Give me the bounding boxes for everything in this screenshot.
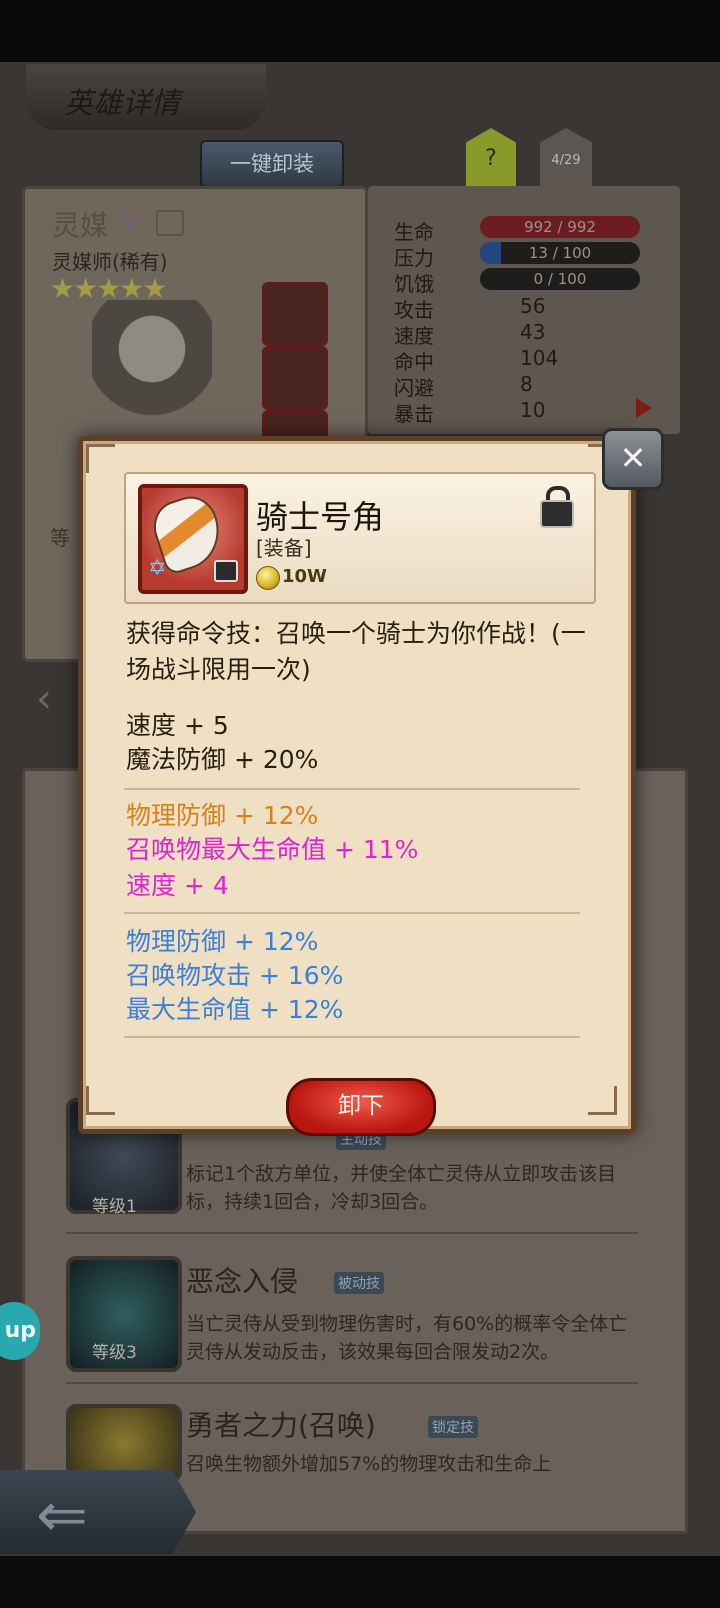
item-description: 获得命令技：召唤一个骑士为你作战！(一场战斗限用一次) (126, 619, 586, 684)
status-bar-area (0, 0, 720, 62)
item-price: 10W (282, 566, 327, 587)
stat-speed-label: 速度 (394, 324, 434, 348)
back-arrow-icon[interactable]: ⇐ (36, 1478, 88, 1551)
stat-hit-value: 104 (520, 346, 559, 370)
stress-value: 13 / 100 (528, 244, 592, 262)
bonus2-summon-attack: 召唤物攻击 + 16% (126, 961, 344, 990)
page-title: 英雄详情 (64, 86, 181, 120)
one-click-unequip-button[interactable]: 一键卸装 (200, 140, 344, 188)
stat-hp-label: 生命 (394, 220, 434, 244)
equip-slot-1[interactable] (262, 282, 328, 346)
stat-attack-value: 56 (520, 294, 546, 318)
crossed-swords-close-icon[interactable]: ✕ (602, 428, 664, 490)
skill-1-level: 等级1 (92, 1197, 137, 1217)
hero-level-label: 等 (50, 526, 70, 550)
popup-corner-ornament (86, 1086, 115, 1115)
stats-divider (124, 1036, 580, 1038)
coin-icon (256, 566, 280, 590)
padlock-icon-body[interactable] (540, 500, 574, 528)
skill-divider (66, 1232, 638, 1234)
stat-crit-value: 10 (520, 398, 546, 422)
bonus2-physical-defense: 物理防御 + 12% (126, 927, 319, 956)
base-stat-speed: 速度 + 5 (126, 711, 229, 740)
equip-slot-2[interactable] (262, 346, 328, 410)
bonus-summon-max-hp: 召唤物最大生命值 + 11% (126, 835, 419, 864)
stat-stress-label: 压力 (394, 246, 434, 270)
small-lock-icon (214, 560, 238, 582)
stat-speed-value: 43 (520, 320, 546, 344)
popup-corner-ornament (588, 1086, 617, 1115)
stat-dodge-label: 闪避 (394, 376, 434, 400)
hero-portrait (92, 300, 212, 440)
hero-class-rarity: 灵媒师(稀有) (52, 250, 168, 274)
stats-expand-arrow-icon[interactable] (636, 398, 652, 418)
bonus-physical-defense: 物理防御 + 12% (126, 801, 319, 830)
stats-divider (124, 912, 580, 914)
back-button[interactable] (0, 1470, 196, 1554)
prev-hero-arrow-icon[interactable]: ‹ (36, 676, 76, 726)
bonus2-max-hp: 最大生命值 + 12% (126, 995, 344, 1024)
stat-attack-label: 攻击 (394, 298, 434, 322)
skill-2-name: 恶念入侵 (186, 1265, 299, 1298)
stat-hit-label: 命中 (394, 350, 434, 374)
unequip-button[interactable]: 卸下 (286, 1078, 436, 1136)
stat-dodge-value: 8 (520, 372, 533, 396)
popup-corner-ornament (86, 444, 115, 473)
skill-2-level: 等级3 (92, 1343, 137, 1363)
navigation-bar-area (0, 1556, 720, 1608)
skill-3-name: 勇者之力(召唤) (186, 1409, 376, 1442)
hero-name: 灵媒 (52, 209, 109, 242)
female-icon: ♀ (122, 208, 140, 236)
skill-2-tag: 被动技 (334, 1272, 384, 1294)
stat-crit-label: 暴击 (394, 402, 434, 426)
skill-2-desc: 当亡灵侍从受到物理伤害时，有60%的概率令全体亡灵侍从发动反击，该效果每回合限发… (186, 1313, 628, 1363)
base-stat-magic-defense: 魔法防御 + 20% (126, 745, 319, 774)
hp-bar: 992 / 992 (480, 216, 640, 238)
skill-1-desc: 标记1个敌方单位，并使全体亡灵侍从立即攻击该目标，持续1回合，冷却3回合。 (186, 1163, 617, 1213)
skill-divider (66, 1382, 638, 1384)
skill-3-tag: 锁定技 (428, 1416, 478, 1438)
stress-bar: 13 / 100 (480, 242, 640, 264)
hunger-bar: 0 / 100 (480, 268, 640, 290)
stats-divider (124, 788, 580, 790)
item-type: [装备] (256, 536, 312, 560)
bonus-speed: 速度 + 4 (126, 871, 229, 900)
stat-hunger-label: 饥饿 (394, 272, 434, 296)
level-up-badge[interactable]: up (0, 1302, 40, 1360)
star-of-david-icon: ✡ (148, 556, 167, 581)
skill-3-desc: 召唤生物额外增加57%的物理攻击和生命上 (186, 1453, 552, 1475)
stress-bar-fill (480, 242, 501, 264)
edit-icon[interactable] (156, 210, 184, 236)
